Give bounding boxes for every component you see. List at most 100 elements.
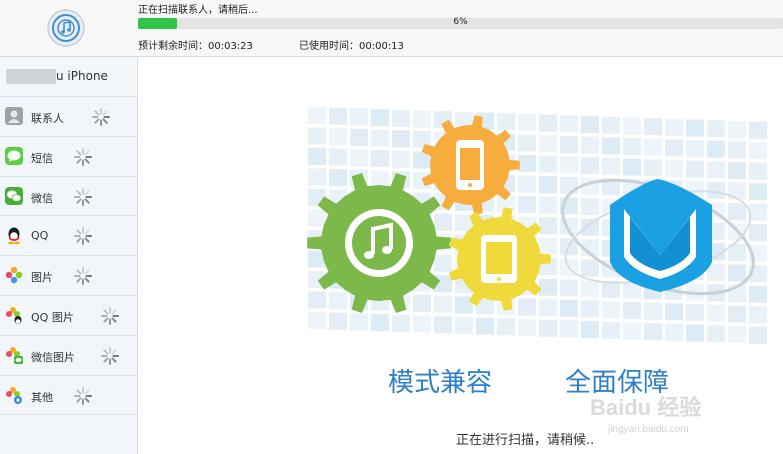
background-tile xyxy=(371,314,389,332)
sidebar-item-wechat[interactable]: 微信 xyxy=(0,177,137,217)
sidebar-item-label: 其他 xyxy=(31,390,53,404)
scan-progress-message: 正在进行扫描，请稍候.. xyxy=(456,433,595,448)
sidebar-item-qq-photos[interactable]: QQ 图片 xyxy=(0,296,137,336)
background-tile xyxy=(644,118,662,136)
background-tile xyxy=(728,264,746,282)
background-tile xyxy=(728,141,746,159)
background-tile xyxy=(560,115,578,133)
background-tile xyxy=(602,321,620,339)
background-tile xyxy=(560,279,578,297)
background-tile xyxy=(728,326,746,343)
background-tile xyxy=(749,183,767,201)
background-tile xyxy=(581,136,599,154)
background-tile xyxy=(518,134,536,152)
background-tile xyxy=(329,148,347,166)
background-tile xyxy=(623,302,641,319)
other-icon xyxy=(6,386,22,404)
background-tile xyxy=(560,320,578,338)
background-tile xyxy=(308,168,326,186)
background-tile xyxy=(329,312,347,330)
background-tile xyxy=(392,150,410,168)
sidebar-item-photos[interactable]: 图片 xyxy=(0,256,137,296)
sidebar-item-label: 微信 xyxy=(31,191,53,205)
background-tile xyxy=(455,316,473,334)
background-tile xyxy=(434,316,452,334)
background-tile xyxy=(644,323,662,341)
sidebar-item-label: 图片 xyxy=(31,271,53,285)
scan-status-text: 正在扫描联系人，请稍后... xyxy=(138,5,258,16)
background-tile xyxy=(455,296,473,314)
background-tile xyxy=(749,306,767,324)
background-tile xyxy=(371,150,389,168)
background-tile xyxy=(350,128,368,146)
loading-spinner-icon xyxy=(74,147,92,166)
background-tile xyxy=(707,161,725,179)
background-tile xyxy=(308,291,326,309)
background-tile xyxy=(371,170,389,188)
background-tile xyxy=(308,312,326,329)
background-tile xyxy=(518,298,536,316)
background-tile xyxy=(707,140,725,158)
sidebar-item-label: 短信 xyxy=(31,151,53,165)
background-tile xyxy=(749,285,767,303)
background-tile xyxy=(749,121,767,139)
background-tile xyxy=(413,110,431,128)
loading-spinner-icon xyxy=(101,306,119,325)
background-tile xyxy=(644,159,662,177)
time-used: 已使用时间：00:00:13 xyxy=(299,41,404,52)
wechat-photos-icon xyxy=(6,346,23,364)
background-tile xyxy=(371,109,389,127)
background-tile xyxy=(602,301,620,319)
background-tile xyxy=(728,182,746,200)
background-tile xyxy=(581,300,599,318)
background-tile xyxy=(749,224,767,242)
sidebar-item-wechat-photos[interactable]: 微信图片 xyxy=(0,336,137,376)
background-tile xyxy=(707,325,725,343)
background-tile xyxy=(686,119,704,137)
music-disc-icon xyxy=(47,9,85,47)
background-tile xyxy=(329,128,347,146)
sidebar-item-other[interactable]: 其他 xyxy=(0,376,137,416)
loading-spinner-icon xyxy=(74,227,92,246)
scan-progress-bar: 6% xyxy=(138,17,783,29)
background-tile xyxy=(539,278,557,296)
background-tile xyxy=(539,176,557,194)
background-tile xyxy=(728,162,746,179)
sidebar-item-sms[interactable]: 短信 xyxy=(0,137,137,177)
background-tile xyxy=(581,321,599,339)
time-remaining: 预计剩余时间：00:03:23 xyxy=(138,41,253,52)
background-tile xyxy=(518,155,536,172)
background-tile xyxy=(623,158,641,176)
scan-progress-percent: 6% xyxy=(453,17,468,27)
background-tile xyxy=(581,280,599,298)
sidebar-item-contacts[interactable]: 联系人 xyxy=(0,97,137,137)
background-tile xyxy=(560,299,578,317)
contacts-icon xyxy=(5,107,23,125)
background-tile xyxy=(665,139,683,157)
loading-spinner-icon xyxy=(74,267,92,286)
background-tile xyxy=(728,305,746,323)
photos-icon xyxy=(5,266,23,284)
background-tile xyxy=(518,319,536,336)
background-tile xyxy=(602,157,620,175)
background-tile xyxy=(392,130,410,148)
device-name: u iPhone xyxy=(56,69,108,83)
loading-spinner-icon xyxy=(92,108,110,126)
background-tile xyxy=(539,217,557,235)
sidebar-item-qq[interactable]: QQ xyxy=(0,216,137,257)
background-tile xyxy=(350,149,368,167)
background-tile xyxy=(581,198,599,216)
background-tile xyxy=(665,159,683,177)
slogan-compatible: 模式兼容 xyxy=(388,368,493,398)
background-tile xyxy=(329,169,347,187)
device-selector[interactable]: u iPhone xyxy=(0,57,137,97)
category-sidebar: u iPhone 联系人 短信 微信 QQ 图片 QQ 图片 微信图片 其他 xyxy=(0,57,138,454)
background-tile xyxy=(665,323,683,341)
background-tile xyxy=(560,156,578,174)
background-tile xyxy=(623,138,641,155)
background-tile xyxy=(581,157,599,175)
loading-spinner-icon xyxy=(101,346,119,365)
sidebar-item-label: QQ xyxy=(31,229,49,243)
background-tile xyxy=(539,237,557,255)
sms-icon xyxy=(5,146,23,165)
